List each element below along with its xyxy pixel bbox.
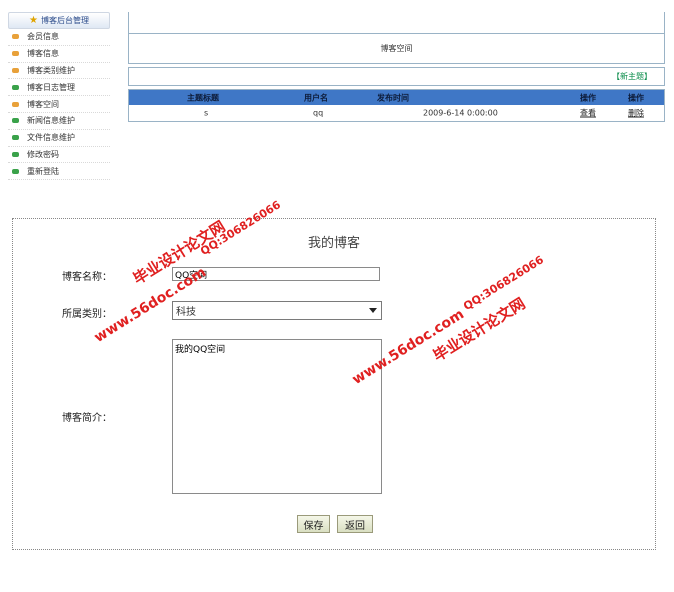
- sidebar-item-blog-space[interactable]: 博客空间: [8, 96, 110, 113]
- sidebar-item-blog-log[interactable]: 博客日志管理: [8, 79, 110, 97]
- column-header-action: 操作: [580, 93, 596, 102]
- bullet-icon: [12, 101, 19, 107]
- sidebar-item-label: 新闻信息维护: [27, 116, 75, 126]
- panel-title-box: 博客空间: [128, 34, 665, 64]
- sidebar-item-label: 博客类别维护: [27, 65, 75, 75]
- bullet-icon: [12, 118, 19, 124]
- column-header-action: 操作: [628, 93, 644, 102]
- back-button[interactable]: 返回: [337, 515, 373, 533]
- sidebar-item-blog-info[interactable]: 博客信息: [8, 46, 110, 63]
- table-row: s qq 2009-6-14 0:00:00 查看 删除: [129, 105, 664, 121]
- sidebar-item-label: 会员信息: [27, 32, 59, 42]
- chevron-down-icon: [369, 308, 377, 313]
- bullet-icon: [12, 51, 19, 57]
- category-selected-value: 科技: [176, 307, 196, 318]
- sidebar-item-news[interactable]: 新闻信息维护: [8, 113, 110, 130]
- sidebar-item-label: 文件信息维护: [27, 133, 75, 143]
- sidebar-item-members[interactable]: 会员信息: [8, 29, 110, 46]
- new-topic-bar: 【新主题】: [128, 67, 665, 86]
- row-time: 2009-6-14 0:00:00: [423, 108, 498, 118]
- panel-top-spacer: [128, 12, 665, 34]
- bullet-icon: [12, 34, 19, 40]
- row-user: qq: [313, 108, 324, 118]
- bullet-icon: [12, 168, 19, 174]
- sidebar-header-label: 博客后台管理: [40, 16, 89, 25]
- category-select[interactable]: 科技: [172, 301, 382, 320]
- delete-link[interactable]: 删除: [628, 108, 644, 119]
- column-header-time: 发布时间: [377, 93, 409, 102]
- my-blog-form: 我的博客 博客名称： 所属类别： 科技 博客简介： 我的QQ空间 保存 返回: [12, 218, 656, 550]
- bullet-icon: [12, 67, 19, 73]
- sidebar-item-relogin[interactable]: 重新登陆: [8, 163, 110, 181]
- star-icon: ★: [29, 14, 38, 26]
- sidebar-header: ★ 博客后台管理: [8, 12, 110, 29]
- sidebar-item-files[interactable]: 文件信息维护: [8, 130, 110, 147]
- table-header: 主题标题 用户名 发布时间 操作 操作: [129, 90, 664, 105]
- save-button[interactable]: 保存: [297, 515, 330, 533]
- category-label: 所属类别：: [62, 309, 112, 320]
- blog-intro-textarea[interactable]: 我的QQ空间: [172, 339, 382, 494]
- sidebar-item-label: 博客日志管理: [27, 82, 75, 92]
- bullet-icon: [12, 84, 19, 90]
- bullet-icon: [12, 151, 19, 157]
- sidebar: ★ 博客后台管理 会员信息 博客信息 博客类别维护 博客日志管理 博客空间 新闻…: [8, 12, 110, 181]
- new-topic-link[interactable]: 【新主题】: [612, 71, 652, 82]
- row-title: s: [204, 108, 209, 118]
- sidebar-item-label: 修改密码: [27, 149, 59, 159]
- sidebar-item-label: 博客空间: [27, 99, 59, 109]
- sidebar-item-label: 重新登陆: [27, 166, 59, 176]
- view-link[interactable]: 查看: [580, 108, 596, 119]
- panel-title: 博客空间: [380, 44, 413, 53]
- sidebar-item-blog-category[interactable]: 博客类别维护: [8, 63, 110, 80]
- topic-table: 主题标题 用户名 发布时间 操作 操作 s qq 2009-6-14 0:00:…: [128, 89, 665, 122]
- column-header-user: 用户名: [304, 93, 328, 102]
- blog-intro-label: 博客简介：: [62, 413, 112, 424]
- bullet-icon: [12, 135, 19, 141]
- blog-name-label: 博客名称：: [62, 272, 112, 283]
- sidebar-item-password[interactable]: 修改密码: [8, 147, 110, 164]
- column-header-title: 主题标题: [187, 93, 219, 102]
- form-title: 我的博客: [307, 236, 360, 251]
- blog-space-panel: 博客空间 【新主题】 主题标题 用户名 发布时间 操作 操作 s qq 2009…: [128, 12, 665, 122]
- sidebar-item-label: 博客信息: [27, 49, 59, 59]
